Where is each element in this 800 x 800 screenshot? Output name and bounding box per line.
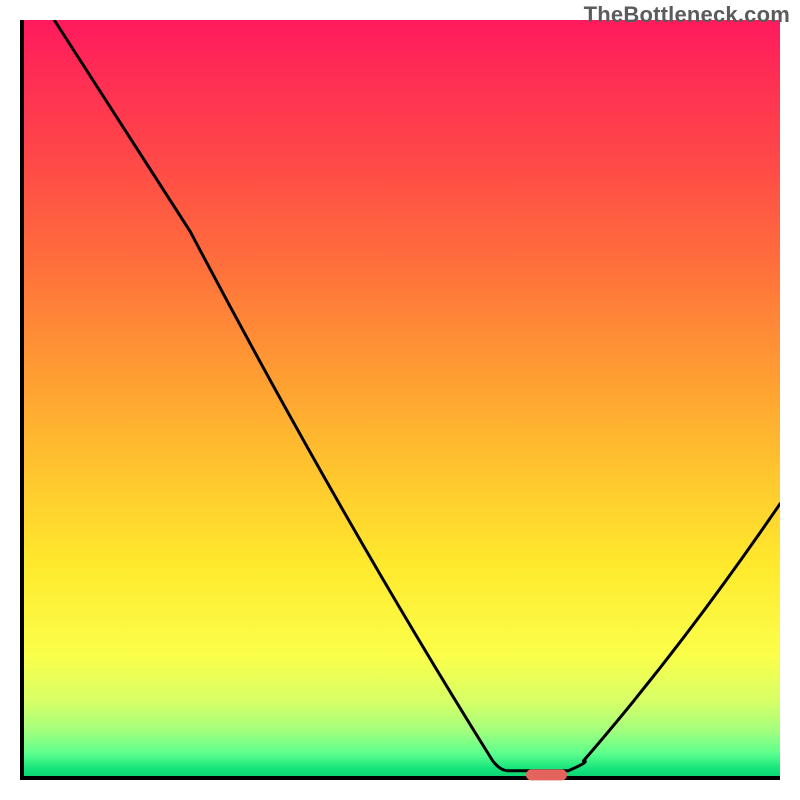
chart-container: TheBottleneck.com [0,0,800,800]
optimal-range-marker [526,769,568,780]
gradient-background [24,20,780,776]
watermark-text: TheBottleneck.com [584,2,790,28]
plot-area [20,20,780,780]
